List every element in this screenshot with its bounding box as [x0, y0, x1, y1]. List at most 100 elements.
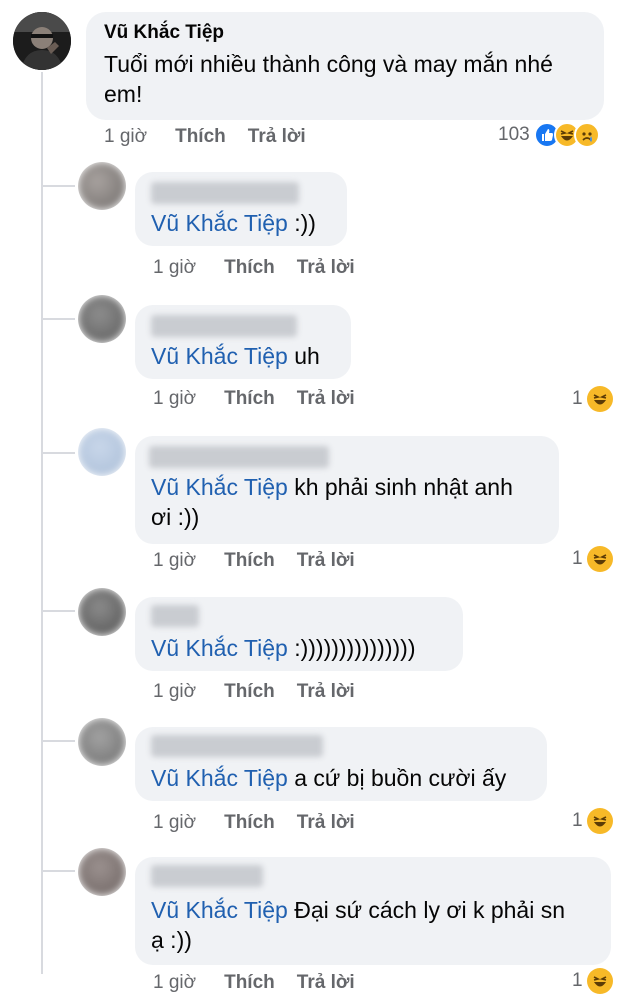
reaction-count: 1: [572, 548, 583, 569]
reply-button[interactable]: Trả lời: [297, 388, 355, 410]
reply-bubble: Vũ Khắc Tiệp uh: [135, 305, 351, 379]
profile-photo: [13, 12, 71, 70]
like-button[interactable]: Thích: [224, 550, 275, 572]
reply-text-content: :))))))))))))))): [294, 635, 416, 661]
reaction-count: 1: [572, 970, 583, 991]
thread-line-branch: [41, 740, 75, 742]
reply-text-content: uh: [294, 343, 320, 369]
reply-button[interactable]: Trả lời: [297, 681, 355, 703]
mention-link[interactable]: Vũ Khắc Tiệp: [151, 474, 288, 500]
reply-text-content: :)): [294, 210, 316, 236]
blurred-avatar: [78, 428, 126, 476]
like-button[interactable]: Thích: [224, 388, 275, 410]
comment-actions: 1 giờ Thích Trả lời: [104, 126, 328, 148]
blurred-avatar: [78, 162, 126, 210]
reaction-summary[interactable]: 1: [572, 386, 613, 412]
like-button[interactable]: Thích: [175, 126, 226, 148]
reaction-summary[interactable]: 1: [572, 808, 613, 834]
reply-text-content: a cứ bị buồn cười ấy: [294, 765, 507, 791]
avatar[interactable]: [78, 162, 126, 210]
reply-actions: 1 giờ Thích Trả lời: [153, 388, 377, 410]
haha-icon: [586, 386, 613, 412]
reaction-count: 1: [572, 388, 583, 409]
blurred-avatar: [78, 848, 126, 896]
mention-link[interactable]: Vũ Khắc Tiệp: [151, 897, 288, 923]
reply-bubble: Vũ Khắc Tiệp :)): [135, 172, 347, 246]
like-button[interactable]: Thích: [224, 972, 275, 994]
thread-line-branch: [41, 452, 75, 454]
thread-line-branch: [41, 610, 75, 612]
blurred-avatar: [78, 718, 126, 766]
reply-button[interactable]: Trả lời: [297, 257, 355, 279]
reply-text: Vũ Khắc Tiệp :))))))))))))))): [151, 633, 415, 663]
blurred-author-name: [151, 865, 263, 887]
like-button[interactable]: Thích: [224, 681, 275, 703]
mention-link[interactable]: Vũ Khắc Tiệp: [151, 765, 288, 791]
comment-text: Tuổi mới nhiều thành công và may mắn nhé…: [104, 49, 553, 109]
comment-time[interactable]: 1 giờ: [104, 126, 147, 148]
avatar[interactable]: [78, 428, 126, 476]
reply-text-line: ơi :)): [151, 504, 200, 530]
reaction-summary[interactable]: 103: [498, 122, 600, 148]
reply-button[interactable]: Trả lời: [297, 812, 355, 834]
mention-link[interactable]: Vũ Khắc Tiệp: [151, 210, 288, 236]
reply-text: Vũ Khắc Tiệp uh: [151, 341, 320, 371]
haha-icon: [586, 546, 613, 572]
comment-text-line: em!: [104, 81, 143, 107]
blurred-author-name: [151, 182, 299, 204]
reply-actions: 1 giờ Thích Trả lời: [153, 550, 377, 572]
sad-icon: [573, 122, 600, 148]
like-button[interactable]: Thích: [224, 257, 275, 279]
blurred-author-name: [151, 605, 199, 627]
haha-icon: [586, 808, 613, 834]
thread-line-vertical: [41, 72, 43, 974]
blurred-avatar: [78, 295, 126, 343]
reply-bubble: Vũ Khắc Tiệp Đại sứ cách ly ơi k phải sn…: [135, 857, 611, 965]
reply-text-content: kh phải sinh nhật anh: [294, 474, 513, 500]
reply-actions: 1 giờ Thích Trả lời: [153, 681, 377, 703]
reaction-summary[interactable]: 1: [572, 968, 613, 994]
comment-author[interactable]: Vũ Khắc Tiệp: [104, 22, 224, 44]
reply-time[interactable]: 1 giờ: [153, 812, 196, 834]
like-button[interactable]: Thích: [224, 812, 275, 834]
reply-text: Vũ Khắc Tiệp :)): [151, 208, 316, 238]
reply-time[interactable]: 1 giờ: [153, 550, 196, 572]
avatar[interactable]: [78, 588, 126, 636]
reply-text-content: Đại sứ cách ly ơi k phải sn: [294, 897, 566, 923]
thread-line-branch: [41, 185, 75, 187]
reply-button[interactable]: Trả lời: [297, 972, 355, 994]
reply-text-line: ạ :)): [151, 927, 192, 953]
reply-text: Vũ Khắc Tiệp a cứ bị buồn cười ấy: [151, 763, 506, 793]
blurred-avatar: [78, 588, 126, 636]
reply-bubble: Vũ Khắc Tiệp a cứ bị buồn cười ấy: [135, 727, 547, 801]
mention-link[interactable]: Vũ Khắc Tiệp: [151, 635, 288, 661]
reply-actions: 1 giờ Thích Trả lời: [153, 972, 377, 994]
reply-time[interactable]: 1 giờ: [153, 681, 196, 703]
blurred-author-name: [151, 315, 297, 337]
thread-line-branch: [41, 870, 75, 872]
comment-text-line: Tuổi mới nhiều thành công và may mắn nhé: [104, 51, 553, 77]
avatar[interactable]: [78, 295, 126, 343]
reaction-count: 103: [498, 124, 530, 145]
reply-time[interactable]: 1 giờ: [153, 257, 196, 279]
reply-actions: 1 giờ Thích Trả lời: [153, 257, 377, 279]
thread-line-branch: [41, 318, 75, 320]
blurred-author-name: [149, 446, 329, 468]
reply-button[interactable]: Trả lời: [297, 550, 355, 572]
reply-bubble: Vũ Khắc Tiệp :))))))))))))))): [135, 597, 463, 671]
reaction-summary[interactable]: 1: [572, 546, 613, 572]
haha-icon: [586, 968, 613, 994]
reply-time[interactable]: 1 giờ: [153, 388, 196, 410]
reply-text: Vũ Khắc Tiệp kh phải sinh nhật anh ơi :)…: [151, 472, 513, 532]
reply-text: Vũ Khắc Tiệp Đại sứ cách ly ơi k phải sn…: [151, 895, 565, 955]
avatar[interactable]: [13, 12, 71, 70]
comment-bubble: Vũ Khắc Tiệp Tuổi mới nhiều thành công v…: [86, 12, 604, 120]
avatar[interactable]: [78, 848, 126, 896]
avatar[interactable]: [78, 718, 126, 766]
reply-time[interactable]: 1 giờ: [153, 972, 196, 994]
mention-link[interactable]: Vũ Khắc Tiệp: [151, 343, 288, 369]
reply-bubble: Vũ Khắc Tiệp kh phải sinh nhật anh ơi :)…: [135, 436, 559, 544]
reply-actions: 1 giờ Thích Trả lời: [153, 812, 377, 834]
reply-button[interactable]: Trả lời: [248, 126, 306, 148]
reaction-count: 1: [572, 810, 583, 831]
